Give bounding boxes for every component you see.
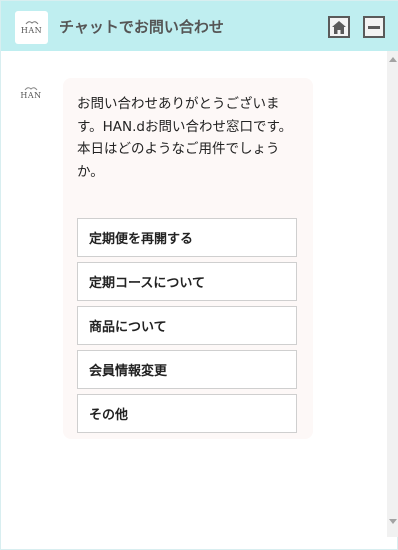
bot-message-bubble: お問い合わせありがとうございます。HAN.dお問い合わせ窓口です。 本日はどのよ… <box>63 78 313 439</box>
option-member-info-change[interactable]: 会員情報変更 <box>77 350 297 389</box>
bot-message-text: お問い合わせありがとうございます。HAN.dお問い合わせ窓口です。 本日はどのよ… <box>77 93 302 183</box>
avatar-text: HAN <box>20 91 42 100</box>
scroll-down-arrow-icon[interactable] <box>389 519 397 524</box>
home-button[interactable] <box>328 16 350 38</box>
logo-text: HAN <box>20 26 43 35</box>
bot-avatar: HAN <box>17 86 45 108</box>
minimize-button[interactable] <box>363 16 385 38</box>
header-title: チャットでお問い合わせ <box>59 18 224 36</box>
option-products[interactable]: 商品について <box>77 306 297 345</box>
chat-widget: HAN チャットでお問い合わせ HAN お問い合わせありがとうございます。HAN… <box>0 0 398 550</box>
option-resume-subscription[interactable]: 定期便を再開する <box>77 218 297 257</box>
chat-header: HAN チャットでお問い合わせ <box>1 1 398 51</box>
scroll-up-arrow-icon[interactable] <box>389 57 397 62</box>
option-other[interactable]: その他 <box>77 394 297 433</box>
brand-logo: HAN <box>15 11 48 44</box>
minimize-icon <box>368 25 380 29</box>
option-subscription-course[interactable]: 定期コースについて <box>77 262 297 301</box>
home-icon <box>332 20 346 34</box>
bot-message-line: 本日はどのようなご用件でしょうか。 <box>77 141 280 180</box>
bot-message-line: お問い合わせありがとうございます。HAN.dお問い合わせ窓口です。 <box>77 96 293 135</box>
scrollbar[interactable] <box>387 51 398 537</box>
